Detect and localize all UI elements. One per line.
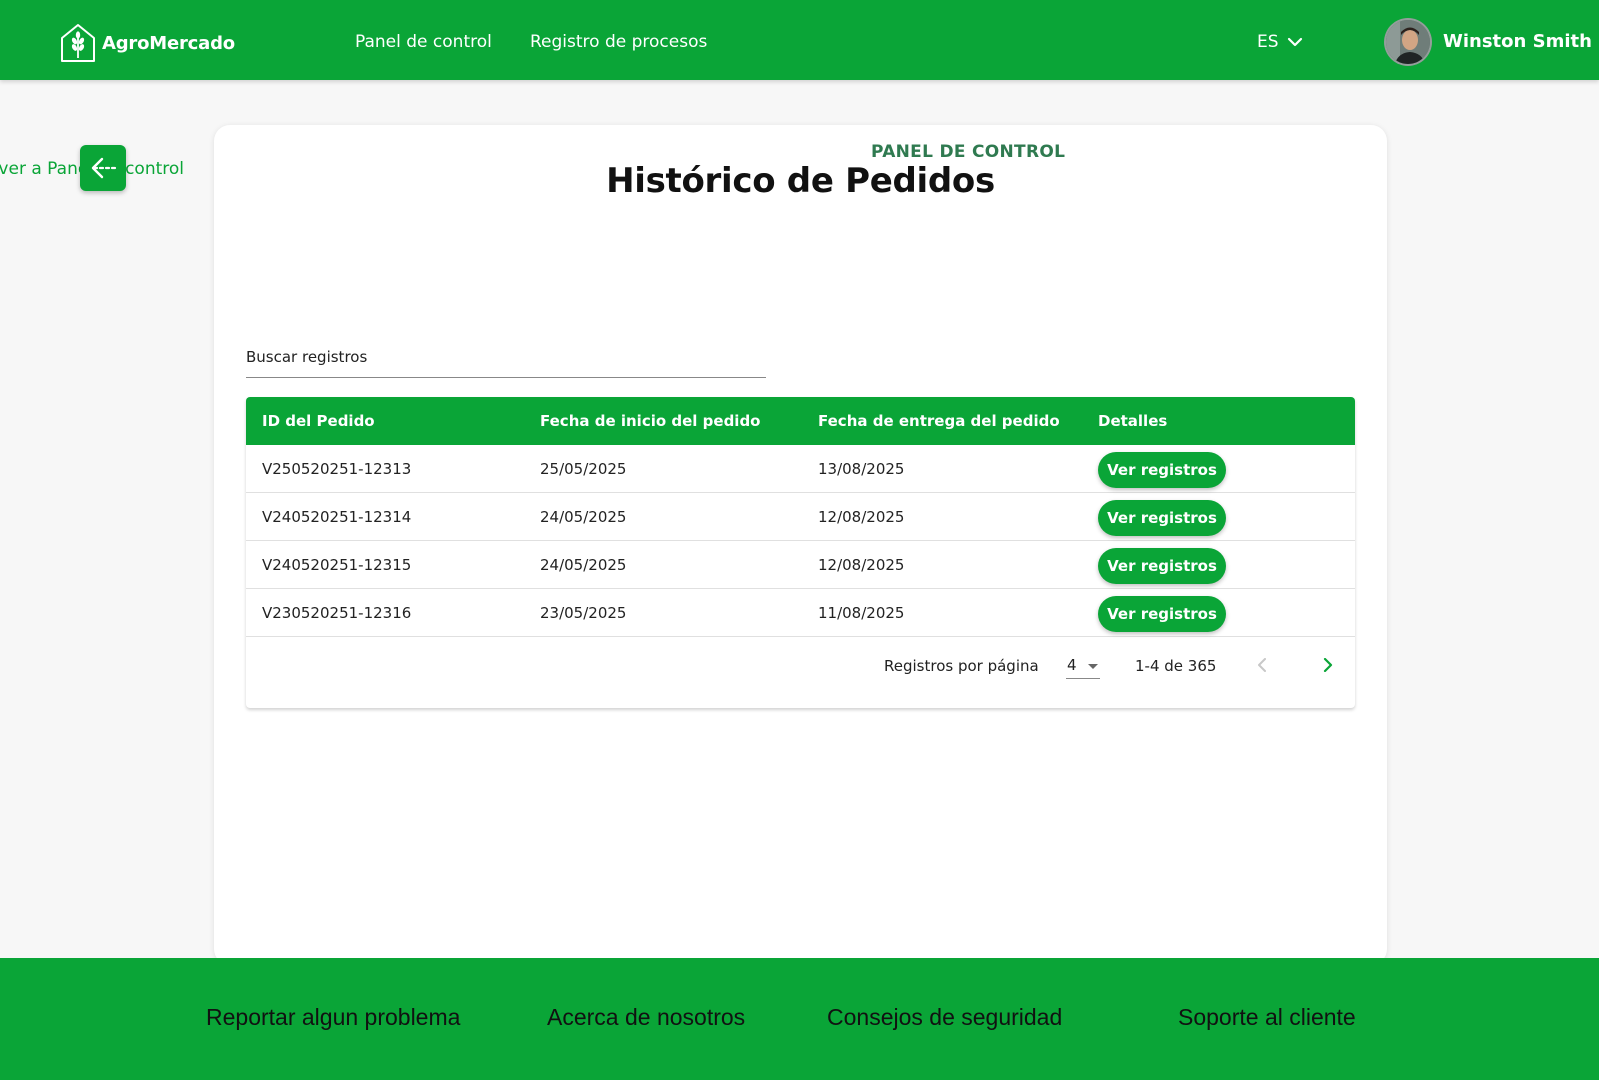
view-records-button[interactable]: Ver registros <box>1098 500 1226 536</box>
user-photo-icon <box>1386 20 1430 64</box>
start-date-cell: 24/05/2025 <box>540 508 627 526</box>
order-id-cell: V240520251-12315 <box>262 556 412 574</box>
chevron-left-icon <box>1258 658 1266 672</box>
table-row: V230520251-12316 23/05/2025 11/08/2025 V… <box>246 589 1355 637</box>
search-input[interactable] <box>246 338 766 376</box>
brand-name: AgroMercado <box>102 32 235 54</box>
section-eyebrow: PANEL DE CONTROL <box>871 142 1066 162</box>
table-row: V250520251-12313 25/05/2025 13/08/2025 V… <box>246 445 1355 493</box>
footer-link-customer-support[interactable]: Soporte al cliente <box>1178 1004 1356 1031</box>
order-id-cell: V250520251-12313 <box>262 460 412 478</box>
page-title: Histórico de Pedidos <box>606 161 995 201</box>
order-id-cell: V240520251-12314 <box>262 508 412 526</box>
footer-link-report-problem[interactable]: Reportar algun problema <box>206 1004 460 1031</box>
chevron-right-icon <box>1323 658 1333 672</box>
language-label: ES <box>1257 32 1279 52</box>
caret-down-icon <box>1088 664 1098 669</box>
column-header-details: Detalles <box>1098 412 1168 430</box>
table-row: V240520251-12315 24/05/2025 12/08/2025 V… <box>246 541 1355 589</box>
next-page-button[interactable] <box>1316 653 1340 677</box>
arrow-left-icon <box>91 157 117 179</box>
delivery-date-cell: 11/08/2025 <box>818 604 905 622</box>
table-pagination: Registros por página 4 1-4 de 365 <box>246 637 1355 695</box>
user-name[interactable]: Winston Smith <box>1443 31 1592 52</box>
table-header: ID del Pedido Fecha de inicio del pedido… <box>246 397 1355 445</box>
view-records-button[interactable]: Ver registros <box>1098 596 1226 632</box>
rows-per-page-label: Registros por página <box>884 657 1039 675</box>
rows-per-page-value: 4 <box>1067 656 1077 674</box>
view-records-button[interactable]: Ver registros <box>1098 548 1226 584</box>
column-header-delivery-date[interactable]: Fecha de entrega del pedido <box>818 397 1060 445</box>
footer-link-security-tips[interactable]: Consejos de seguridad <box>827 1004 1062 1031</box>
start-date-cell: 23/05/2025 <box>540 604 627 622</box>
language-selector[interactable]: ES <box>1257 32 1303 52</box>
delivery-date-cell: 12/08/2025 <box>818 556 905 574</box>
nav-panel-de-control[interactable]: Panel de control <box>355 32 492 52</box>
search-field <box>246 338 766 378</box>
brand-logo[interactable]: AgroMercado <box>58 22 235 64</box>
back-button[interactable] <box>80 145 126 191</box>
rows-per-page-select[interactable]: 4 <box>1066 653 1100 679</box>
order-id-cell: V230520251-12316 <box>262 604 412 622</box>
chevron-down-icon <box>1287 37 1302 47</box>
view-records-button[interactable]: Ver registros <box>1098 452 1226 488</box>
avatar[interactable] <box>1384 18 1432 66</box>
previous-page-button[interactable] <box>1250 653 1274 677</box>
delivery-date-cell: 12/08/2025 <box>818 508 905 526</box>
column-header-start-date[interactable]: Fecha de inicio del pedido <box>540 397 761 445</box>
wheat-house-icon <box>61 24 95 62</box>
column-header-order-id[interactable]: ID del Pedido <box>262 397 375 445</box>
table-row: V240520251-12314 24/05/2025 12/08/2025 V… <box>246 493 1355 541</box>
nav-registro-de-procesos[interactable]: Registro de procesos <box>530 32 707 52</box>
content-card: PANEL DE CONTROL Histórico de Pedidos ID… <box>214 125 1387 965</box>
orders-table: ID del Pedido Fecha de inicio del pedido… <box>246 397 1355 708</box>
top-navbar: AgroMercado Panel de control Registro de… <box>0 0 1599 80</box>
start-date-cell: 24/05/2025 <box>540 556 627 574</box>
delivery-date-cell: 13/08/2025 <box>818 460 905 478</box>
start-date-cell: 25/05/2025 <box>540 460 627 478</box>
pagination-range: 1-4 de 365 <box>1135 657 1217 675</box>
footer-link-about-us[interactable]: Acerca de nosotros <box>547 1004 745 1031</box>
footer: Reportar algun problema Acerca de nosotr… <box>0 958 1599 1080</box>
